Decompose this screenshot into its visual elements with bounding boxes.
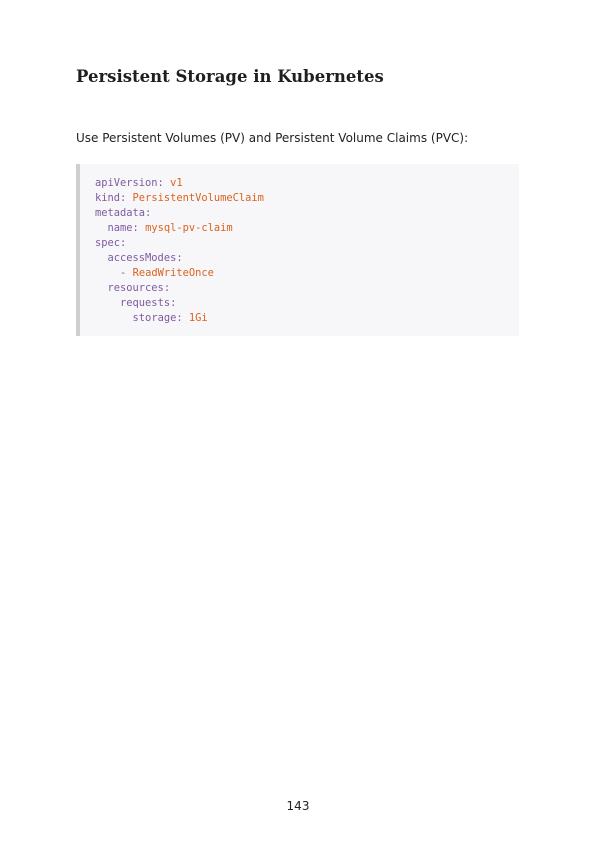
intro-paragraph: Use Persistent Volumes (PV) and Persiste… (76, 131, 469, 145)
yaml-list-dash: - (120, 267, 127, 279)
code-line: accessModes: (95, 251, 519, 266)
page-number: 143 (286, 799, 310, 813)
section-heading: Persistent Storage in Kubernetes (76, 67, 384, 86)
yaml-key: apiVersion: (95, 177, 164, 189)
yaml-code-block: apiVersion: v1 kind: PersistentVolumeCla… (76, 164, 519, 336)
code-line: spec: (95, 236, 519, 251)
yaml-key: storage: (132, 312, 183, 324)
yaml-key: spec: (95, 237, 127, 249)
yaml-key: resources: (107, 282, 171, 294)
document-page: Persistent Storage in Kubernetes Use Per… (0, 0, 596, 842)
yaml-key: kind: (95, 192, 127, 204)
yaml-value: PersistentVolumeClaim (132, 192, 264, 204)
code-line: kind: PersistentVolumeClaim (95, 191, 519, 206)
yaml-key: requests: (120, 297, 177, 309)
yaml-value: ReadWriteOnce (132, 267, 214, 279)
code-line: metadata: (95, 206, 519, 221)
yaml-key: metadata: (95, 207, 152, 219)
code-line: name: mysql-pv-claim (95, 221, 519, 236)
code-line: requests: (95, 296, 519, 311)
code-line: resources: (95, 281, 519, 296)
yaml-value: v1 (170, 177, 183, 189)
code-line: - ReadWriteOnce (95, 266, 519, 281)
yaml-key: name: (107, 222, 139, 234)
code-line: storage: 1Gi (95, 311, 519, 326)
yaml-value: mysql-pv-claim (145, 222, 233, 234)
yaml-value: 1Gi (188, 312, 208, 324)
yaml-key: accessModes: (107, 252, 183, 264)
code-line: apiVersion: v1 (95, 176, 519, 191)
